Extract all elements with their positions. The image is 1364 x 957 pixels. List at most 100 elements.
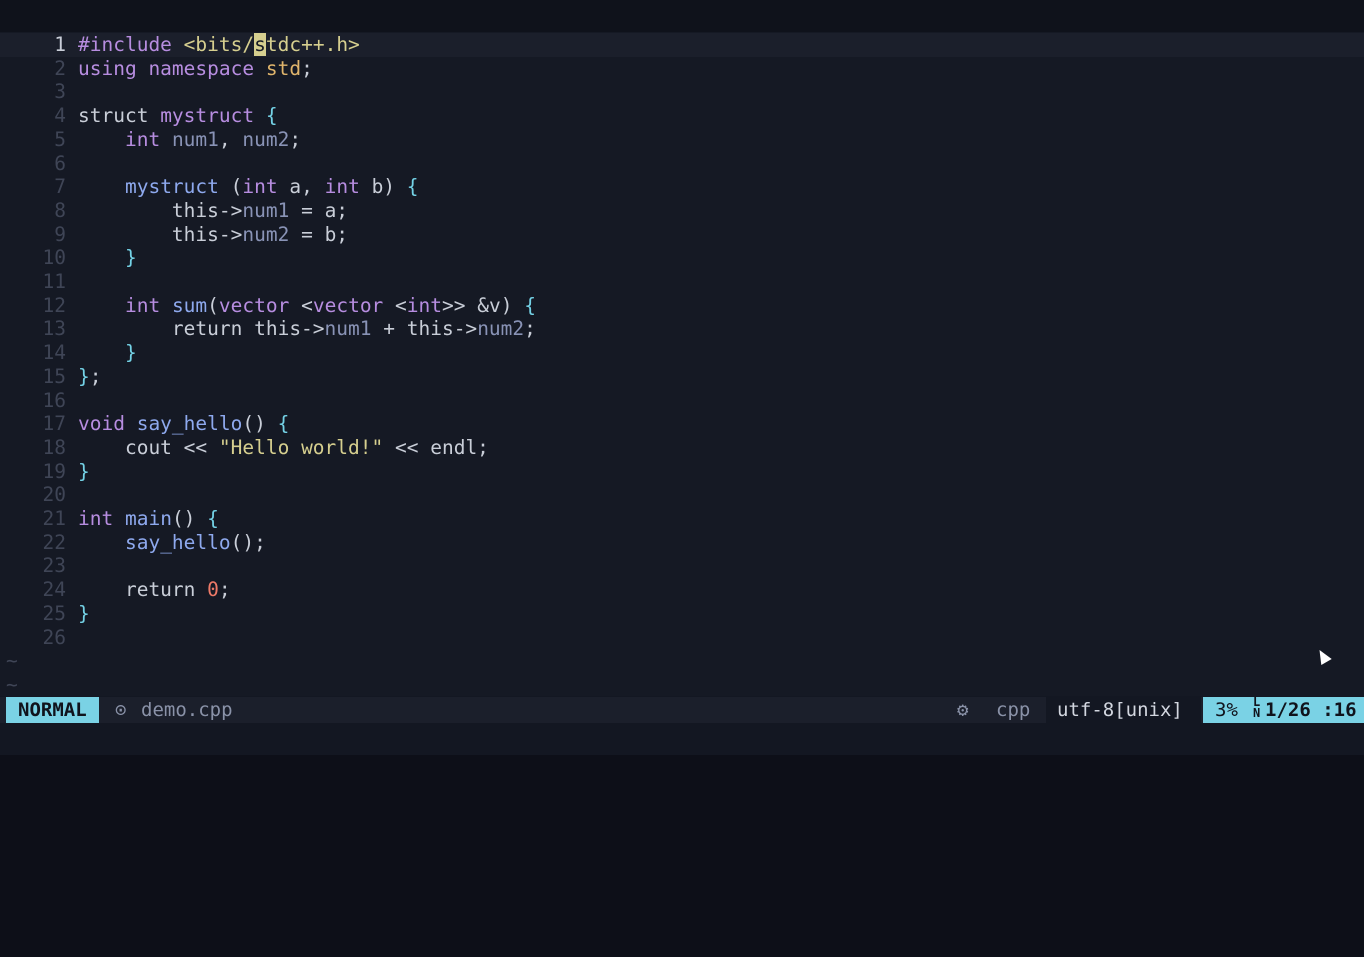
- vim-window: 1 #include <bits/stdc++.h> 2 using namespac…: [0, 0, 1364, 768]
- line-number: 3: [54, 80, 66, 104]
- code-token: {: [406, 175, 419, 199]
- code-line[interactable]: 13 return this->num1 + this->num2;: [0, 317, 536, 341]
- code-token: a,: [289, 175, 325, 199]
- code-token: <: [395, 293, 407, 317]
- code-line[interactable]: 20: [0, 483, 78, 507]
- code-token: <bits/: [183, 33, 255, 56]
- code-token: return: [78, 578, 208, 602]
- code-line[interactable]: 24 return 0;: [0, 578, 231, 602]
- code-token: std: [265, 56, 302, 80]
- file-icon: ⊙: [115, 699, 127, 721]
- code-line[interactable]: 8 this->num1 = a;: [0, 199, 348, 223]
- code-token: }: [78, 459, 90, 483]
- line-number: 4: [54, 104, 66, 128]
- code-line[interactable]: 22 say_hello();: [0, 531, 266, 555]
- window-bottom-border: [0, 755, 1364, 768]
- code-line[interactable]: 14 }: [0, 341, 137, 365]
- code-line[interactable]: 10 }: [0, 246, 137, 270]
- code-token: {: [277, 412, 290, 436]
- code-line[interactable]: 25}: [0, 602, 90, 626]
- code-token: vector: [218, 293, 302, 317]
- line-number: 23: [42, 554, 66, 578]
- code-line[interactable]: 4 struct mystruct {: [0, 104, 278, 128]
- code-line[interactable]: 1 #include <bits/stdc++.h>: [0, 33, 1364, 57]
- code-line[interactable]: 5 int num1, num2;: [0, 128, 301, 152]
- code-line[interactable]: 7 mystruct (int a, int b) {: [0, 175, 419, 199]
- code-token: sum: [171, 293, 208, 317]
- line-number: 26: [42, 625, 66, 649]
- code-line[interactable]: 12 int sum(vector <vector <int>> &v) {: [0, 294, 536, 318]
- code-token: ;: [301, 56, 313, 80]
- code-token: = b;: [289, 222, 349, 246]
- code-token: (: [230, 175, 243, 199]
- code-line[interactable]: 9 this->num2 = b;: [0, 223, 348, 247]
- line-number: 25: [42, 601, 66, 625]
- code-token: int: [242, 175, 290, 199]
- command-line[interactable]: [0, 723, 1364, 755]
- code-token: num1: [171, 127, 219, 151]
- code-token: return this->: [78, 317, 325, 341]
- code-token: #include: [78, 33, 184, 56]
- terminal-top-bar: [0, 0, 1364, 32]
- code-line[interactable]: 2 using namespace std;: [0, 57, 313, 81]
- code-token: this->: [78, 198, 243, 222]
- code-token: ;: [524, 317, 536, 341]
- code-line[interactable]: 23: [0, 554, 78, 578]
- line-number: 24: [42, 578, 66, 602]
- code-line[interactable]: 16: [0, 389, 78, 413]
- editor-buffer[interactable]: 1 #include <bits/stdc++.h> 2 using namespac…: [0, 32, 1364, 696]
- code-token: num2: [242, 222, 290, 246]
- code-token: void: [78, 412, 137, 436]
- code-token: }: [124, 341, 137, 365]
- line-number: 20: [42, 483, 66, 507]
- line-number: 9: [54, 222, 66, 246]
- text-cursor: s: [254, 33, 266, 56]
- code-token: ();: [230, 530, 266, 554]
- code-token: = a;: [289, 198, 349, 222]
- code-token: "Hello world!": [218, 435, 384, 459]
- line-number: 12: [42, 293, 66, 317]
- code-line[interactable]: 19}: [0, 460, 90, 484]
- file-encoding: utf-8[unix]: [1057, 699, 1183, 721]
- code-token: struct: [78, 104, 161, 128]
- line-number: 16: [42, 388, 66, 412]
- code-line[interactable]: 26: [0, 626, 78, 650]
- line-number: 7: [54, 175, 66, 199]
- code-token: ,: [218, 127, 243, 151]
- code-line[interactable]: 3: [0, 80, 78, 104]
- code-token: int: [324, 175, 372, 199]
- line-number: 8: [54, 198, 66, 222]
- code-token: using namespace: [78, 56, 266, 80]
- code-line[interactable]: 21 int main() {: [0, 507, 219, 531]
- code-token: ;: [89, 364, 102, 388]
- code-line[interactable]: 15};: [0, 365, 102, 389]
- code-token: (: [207, 293, 219, 317]
- line-number: 14: [42, 341, 66, 365]
- code-token: mystruct: [124, 175, 231, 199]
- code-line[interactable]: 6: [0, 152, 78, 176]
- code-token: cout <<: [78, 435, 219, 459]
- code-token: say_hello: [136, 412, 243, 436]
- code-line[interactable]: 18 cout << "Hello world!" << endl;: [0, 436, 489, 460]
- line-number: 21: [42, 507, 66, 530]
- line-number: 5: [54, 127, 66, 151]
- code-token: int: [406, 293, 443, 317]
- code-token: }: [124, 246, 137, 270]
- code-token: mystruct: [160, 104, 266, 128]
- code-token: main: [124, 507, 172, 530]
- code-token: int: [124, 127, 172, 151]
- line-number: 17: [42, 412, 66, 436]
- code-line[interactable]: 11: [0, 270, 78, 294]
- code-token: {: [265, 104, 278, 128]
- code-token: int: [78, 507, 125, 530]
- empty-line-marker: ~: [6, 672, 18, 696]
- code-line[interactable]: 17 void say_hello() {: [0, 412, 290, 436]
- code-token: ;: [289, 127, 302, 151]
- status-line: NORMAL ⊙ demo.cpp ⚙ cpp utf-8[unix] 3% L…: [0, 695, 1364, 723]
- cursor-position: 1/26 :16: [1265, 699, 1357, 721]
- line-number-icon: LN: [1253, 695, 1261, 720]
- file-name: demo.cpp: [141, 699, 233, 721]
